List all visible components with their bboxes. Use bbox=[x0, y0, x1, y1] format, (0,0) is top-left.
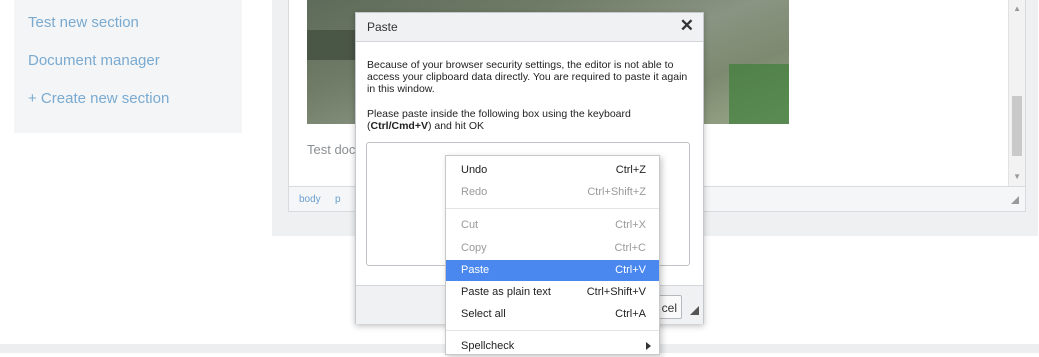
dialog-instruction: Please paste inside the following box us… bbox=[367, 108, 697, 132]
menu-item-paste[interactable]: Paste Ctrl+V bbox=[446, 260, 659, 281]
menu-item-shortcut: Ctrl+V bbox=[615, 264, 646, 276]
menu-item-label: Spellcheck bbox=[461, 340, 515, 352]
menu-item-label: Redo bbox=[461, 186, 488, 198]
menu-separator bbox=[446, 330, 659, 331]
context-menu: Undo Ctrl+Z Redo Ctrl+Shift+Z Cut Ctrl+X… bbox=[445, 155, 660, 355]
menu-item-spellcheck[interactable]: Spellcheck bbox=[446, 336, 659, 357]
menu-item-shortcut: Ctrl+X bbox=[615, 219, 646, 231]
resize-grip-icon[interactable] bbox=[690, 306, 699, 315]
create-new-section-link[interactable]: + Create new section bbox=[28, 90, 169, 107]
path-item-p[interactable]: p bbox=[335, 194, 341, 205]
menu-item-redo[interactable]: Redo Ctrl+Shift+Z bbox=[446, 182, 659, 203]
dialog-message: Because of your browser security setting… bbox=[367, 59, 688, 95]
menu-item-cut[interactable]: Cut Ctrl+X bbox=[446, 215, 659, 236]
menu-item-shortcut: Ctrl+Shift+V bbox=[586, 286, 646, 298]
menu-item-paste-plain-text[interactable]: Paste as plain text Ctrl+Shift+V bbox=[446, 282, 659, 303]
scrollbar-thumb[interactable] bbox=[1012, 96, 1022, 156]
submenu-arrow-icon bbox=[646, 342, 651, 350]
menu-item-shortcut: Ctrl+A bbox=[615, 308, 646, 320]
menu-item-label: Paste as plain text bbox=[461, 286, 551, 298]
instruction-keys: Ctrl/Cmd+V bbox=[370, 120, 428, 132]
dialog-title: Paste bbox=[367, 20, 398, 34]
editor-scrollbar[interactable]: ▲ ▼ bbox=[1008, 0, 1025, 186]
menu-item-undo[interactable]: Undo Ctrl+Z bbox=[446, 160, 659, 181]
scroll-down-icon[interactable]: ▼ bbox=[1013, 172, 1021, 181]
menu-item-shortcut: Ctrl+C bbox=[614, 242, 646, 254]
menu-item-shortcut: Ctrl+Z bbox=[615, 164, 646, 176]
dialog-header[interactable]: Paste ✕ bbox=[356, 13, 703, 42]
scroll-up-icon[interactable]: ▲ bbox=[1013, 4, 1021, 13]
menu-item-shortcut: Ctrl+Shift+Z bbox=[587, 186, 646, 198]
sidebar-item-document-manager[interactable]: Document manager bbox=[28, 52, 160, 69]
sidebar-item-test-new-section[interactable]: Test new section bbox=[28, 14, 139, 31]
instruction-suffix: ) and hit OK bbox=[427, 120, 484, 132]
menu-item-copy[interactable]: Copy Ctrl+C bbox=[446, 238, 659, 259]
menu-item-select-all[interactable]: Select all Ctrl+A bbox=[446, 304, 659, 325]
path-item-body[interactable]: body bbox=[299, 194, 321, 205]
menu-item-label: Copy bbox=[461, 242, 487, 254]
menu-separator bbox=[446, 208, 659, 209]
menu-item-label: Select all bbox=[461, 308, 506, 320]
sidebar: Test new section Document manager + Crea… bbox=[14, 0, 242, 133]
resize-grip-icon[interactable] bbox=[1011, 196, 1019, 204]
menu-item-label: Undo bbox=[461, 164, 488, 176]
menu-item-label: Paste bbox=[461, 264, 490, 276]
image-detail bbox=[729, 64, 789, 124]
menu-item-label: Cut bbox=[461, 219, 479, 231]
close-icon[interactable]: ✕ bbox=[680, 16, 694, 36]
